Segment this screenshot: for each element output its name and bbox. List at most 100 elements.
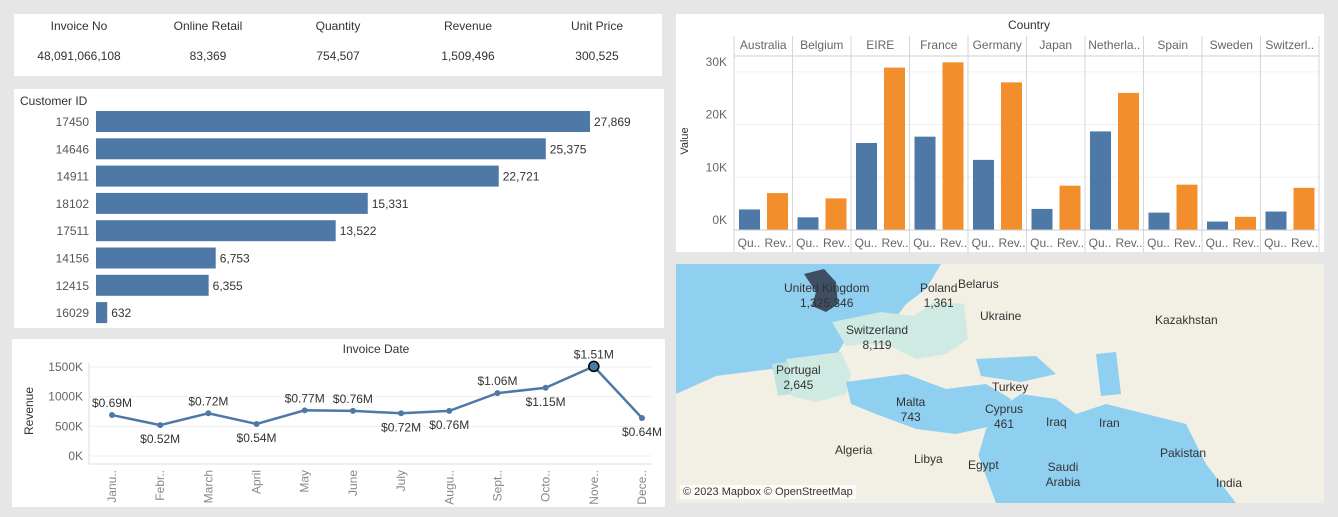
map-country-iran: Iran bbox=[1099, 416, 1120, 430]
customer-bar-value-label: 632 bbox=[111, 306, 131, 320]
customer-bar[interactable] bbox=[96, 247, 216, 269]
kpi-label: Revenue bbox=[443, 19, 493, 33]
customer-bar-value-label: 27,869 bbox=[594, 115, 631, 129]
country-quantity-bar[interactable] bbox=[739, 209, 760, 230]
country-column-header: Netherla.. bbox=[1088, 38, 1140, 52]
country-revenue-bar[interactable] bbox=[884, 67, 905, 230]
invoice-point[interactable] bbox=[253, 420, 260, 427]
country-revenue-bar[interactable] bbox=[1001, 82, 1022, 230]
invoice-x-tick-label: Dece.. bbox=[635, 470, 649, 505]
invoice-x-tick-label: Nove.. bbox=[587, 470, 601, 505]
country-measure-label: Rev.. bbox=[1174, 236, 1201, 250]
kpi-value: 300,525 bbox=[575, 49, 619, 63]
country-measure-label: Qu.. bbox=[738, 236, 761, 250]
map-label-value: 461 bbox=[993, 417, 1015, 431]
country-quantity-bar[interactable] bbox=[1090, 131, 1111, 230]
country-column-header: Switzerl.. bbox=[1265, 38, 1314, 52]
customer-bar[interactable] bbox=[96, 274, 209, 296]
invoice-point[interactable] bbox=[639, 415, 645, 422]
invoice-point[interactable] bbox=[398, 410, 405, 417]
invoice-point[interactable] bbox=[349, 407, 356, 414]
invoice-y-tick-label: 1000K bbox=[48, 390, 83, 404]
country-revenue-bar[interactable] bbox=[1118, 92, 1139, 230]
country-quantity-bar[interactable] bbox=[1207, 221, 1228, 230]
kpi-label: Online Retail bbox=[173, 19, 243, 33]
kpi-label: Quantity bbox=[315, 19, 361, 33]
country-y-tick-label: 10K bbox=[706, 160, 727, 174]
map-label-switzerland[interactable]: Switzerland 8,119 bbox=[846, 323, 908, 353]
invoice-x-tick-label: May bbox=[298, 470, 312, 493]
country-bar-chart[interactable]: Country Value 0K10K20K30KAustraliaQu.. Re… bbox=[676, 14, 1324, 252]
invoice-point-value-label: $1.15M bbox=[526, 395, 566, 409]
customer-id-label: 17511 bbox=[57, 224, 90, 238]
invoice-point[interactable] bbox=[157, 422, 164, 429]
country-revenue-bar[interactable] bbox=[767, 193, 788, 230]
map-label-name: Malta bbox=[896, 395, 926, 409]
country-column-header: Sweden bbox=[1210, 38, 1253, 52]
invoice-x-tick-label: March bbox=[201, 470, 215, 503]
country-measure-label: Qu.. bbox=[796, 236, 819, 250]
country-quantity-bar[interactable] bbox=[973, 159, 994, 230]
invoice-point-value-label: $0.72M bbox=[188, 394, 228, 408]
map-country-india: India bbox=[1216, 476, 1243, 490]
country-revenue-bar[interactable] bbox=[1293, 187, 1315, 230]
country-quantity-bar[interactable] bbox=[1148, 212, 1170, 230]
country-measure-label: Rev.. bbox=[1115, 236, 1142, 250]
map-country-belarus: Belarus bbox=[958, 277, 999, 291]
kpi-label: Unit Price bbox=[570, 19, 623, 33]
customer-bar-value-label: 6,355 bbox=[213, 279, 243, 293]
customer-bar-chart[interactable]: Customer ID 17450 27,869 14646 25,375 14911 2… bbox=[14, 89, 664, 328]
customer-bar[interactable] bbox=[96, 165, 499, 187]
country-revenue-bar[interactable] bbox=[825, 198, 847, 230]
invoice-x-tick-label: Octo.. bbox=[539, 470, 553, 502]
map-country-iraq: Iraq bbox=[1046, 415, 1067, 429]
country-revenue-bar[interactable] bbox=[1235, 216, 1256, 230]
invoice-point[interactable] bbox=[588, 360, 600, 373]
invoice-point[interactable] bbox=[494, 390, 501, 397]
customer-bar[interactable] bbox=[96, 220, 336, 242]
map-label-value: 8,119 bbox=[862, 338, 892, 352]
map-country-kazakhstan: Kazakhstan bbox=[1155, 313, 1218, 327]
customer-bar[interactable] bbox=[96, 138, 546, 160]
customer-bar[interactable] bbox=[96, 111, 590, 132]
invoice-date-line-chart[interactable]: Invoice Date Revenue 0K 500K 1000K 1500K $0.… bbox=[12, 339, 665, 507]
customer-id-label: 18102 bbox=[56, 197, 90, 211]
country-quantity-bar[interactable] bbox=[914, 136, 936, 230]
map-label-malta[interactable]: Malta 743 bbox=[896, 395, 925, 425]
kpi-value: 83,369 bbox=[189, 49, 227, 63]
country-y-tick-label: 30K bbox=[706, 55, 727, 69]
country-measure-label: Qu.. bbox=[1089, 236, 1112, 250]
invoice-point[interactable] bbox=[446, 407, 453, 414]
country-quantity-bar[interactable] bbox=[1031, 208, 1053, 230]
country-map[interactable]: United Kingdom 1,325,346 Poland 1,361 Sw… bbox=[676, 264, 1324, 503]
country-quantity-bar[interactable] bbox=[1265, 211, 1287, 230]
kpi-quantity: Quantity 754,507 bbox=[278, 14, 398, 63]
country-revenue-bar[interactable] bbox=[1176, 184, 1198, 230]
map-country-egypt: Egypt bbox=[968, 458, 999, 472]
country-measure-label: Qu.. bbox=[1147, 236, 1170, 250]
invoice-point[interactable] bbox=[109, 412, 115, 419]
invoice-point-value-label: $0.64M bbox=[622, 425, 662, 439]
country-quantity-bar[interactable] bbox=[856, 143, 877, 230]
map-label-united-kingdom[interactable]: United Kingdom 1,325,346 bbox=[784, 281, 869, 311]
country-revenue-bar[interactable] bbox=[1059, 185, 1081, 230]
customer-bar[interactable] bbox=[96, 192, 368, 214]
invoice-point-value-label: $0.52M bbox=[140, 432, 180, 446]
invoice-y-tick-label: 500K bbox=[55, 419, 83, 433]
country-quantity-bar[interactable] bbox=[797, 217, 819, 230]
customer-bar[interactable] bbox=[96, 302, 108, 324]
country-column-header: Germany bbox=[973, 38, 1022, 52]
map-attribution[interactable]: © 2023 Mapbox © OpenStreetMap bbox=[680, 485, 856, 499]
kpi-online-retail: Online Retail 83,369 bbox=[148, 14, 268, 63]
kpi-summary-panel: Invoice No 48,091,066,108 Online Retail … bbox=[14, 14, 662, 76]
invoice-point[interactable] bbox=[205, 410, 212, 417]
invoice-point[interactable] bbox=[542, 384, 549, 391]
invoice-point[interactable] bbox=[301, 407, 308, 414]
country-revenue-bar[interactable] bbox=[942, 62, 964, 231]
invoice-x-tick-label: July bbox=[394, 470, 408, 491]
country-measure-label: Rev.. bbox=[940, 236, 967, 250]
map-label-poland[interactable]: Poland 1,361 bbox=[920, 281, 957, 311]
country-measure-label: Rev.. bbox=[1291, 236, 1318, 250]
map-label-cyprus[interactable]: Cyprus 461 bbox=[985, 402, 1023, 432]
map-label-portugal[interactable]: Portugal 2,645 bbox=[776, 363, 821, 393]
